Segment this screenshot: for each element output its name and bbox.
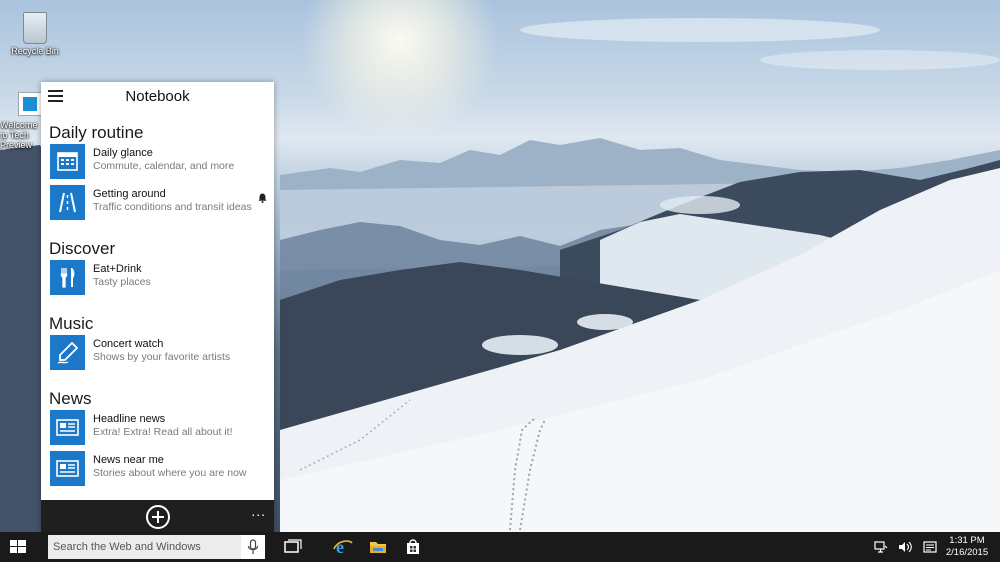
section-title-daily-routine: Daily routine: [49, 123, 144, 142]
pen-icon: [50, 335, 85, 370]
item-title: Getting around: [93, 188, 166, 200]
volume-icon[interactable]: [898, 540, 912, 554]
search-input[interactable]: [48, 535, 243, 559]
clock-time: 1:31 PM: [949, 535, 985, 546]
section-title-music: Music: [49, 314, 94, 333]
windows-logo-icon: [10, 540, 26, 553]
recycle-bin-label: Recycle Bin: [11, 46, 59, 56]
item-subtitle: Stories about where you are now: [93, 467, 247, 479]
newspaper-icon: [50, 451, 85, 486]
recycle-bin-icon[interactable]: Recycle Bin: [5, 12, 65, 56]
notebook-item-daily-glance[interactable]: Daily glance Commute, calendar, and more: [50, 144, 274, 180]
section-title-news: News: [49, 389, 92, 408]
microphone-icon[interactable]: [241, 535, 265, 559]
windows-logo-icon: [18, 92, 42, 116]
page-title: Notebook: [125, 88, 190, 105]
item-title: Daily glance: [93, 147, 153, 159]
panel-footer: ...: [41, 500, 274, 532]
item-title: News near me: [93, 454, 164, 466]
cortana-notebook-panel: Notebook Daily routine Daily glance Comm…: [41, 82, 274, 532]
more-options-icon[interactable]: ...: [251, 503, 266, 519]
file-explorer-icon[interactable]: [368, 537, 388, 557]
notebook-item-getting-around[interactable]: Getting around Traffic conditions and tr…: [50, 185, 274, 221]
notebook-item-news-near-me[interactable]: News near me Stories about where you are…: [50, 451, 274, 487]
notebook-item-eat-drink[interactable]: Eat+Drink Tasty places: [50, 260, 274, 296]
taskbar: e 1:31 PM 2/16/2015: [0, 532, 1000, 562]
task-view-icon[interactable]: [283, 537, 303, 557]
bell-icon: [258, 193, 267, 203]
item-title: Eat+Drink: [93, 263, 142, 275]
item-subtitle: Shows by your favorite artists: [93, 351, 231, 363]
fork-knife-icon: [50, 260, 85, 295]
item-subtitle: Tasty places: [93, 276, 151, 288]
clock-date: 2/16/2015: [945, 547, 989, 558]
start-button[interactable]: [0, 532, 36, 562]
svg-text:e: e: [336, 537, 344, 557]
welcome-shortcut-label: Welcome to Tech Preview: [0, 120, 38, 150]
section-title-discover: Discover: [49, 239, 116, 258]
panel-header: Notebook: [41, 82, 274, 112]
add-plus-icon[interactable]: [146, 505, 170, 529]
newspaper-icon: [50, 410, 85, 445]
internet-explorer-icon[interactable]: e: [333, 537, 353, 557]
notebook-item-concert-watch[interactable]: Concert watch Shows by your favorite art…: [50, 335, 274, 371]
item-subtitle: Traffic conditions and transit ideas: [93, 201, 252, 213]
welcome-shortcut-icon[interactable]: Welcome to Tech Preview: [0, 92, 44, 150]
store-icon[interactable]: [403, 537, 423, 557]
network-icon[interactable]: [874, 540, 888, 554]
road-icon: [50, 185, 85, 220]
calendar-icon: [50, 144, 85, 179]
notebook-item-headline-news[interactable]: Headline news Extra! Extra! Read all abo…: [50, 410, 274, 446]
trash-can-icon: [23, 12, 47, 44]
item-subtitle: Commute, calendar, and more: [93, 160, 235, 172]
item-subtitle: Extra! Extra! Read all about it!: [93, 426, 233, 438]
item-title: Concert watch: [93, 338, 164, 350]
item-title: Headline news: [93, 413, 166, 425]
search-box[interactable]: [48, 535, 265, 559]
action-center-icon[interactable]: [923, 540, 937, 554]
system-clock[interactable]: 1:31 PM 2/16/2015: [942, 535, 992, 559]
